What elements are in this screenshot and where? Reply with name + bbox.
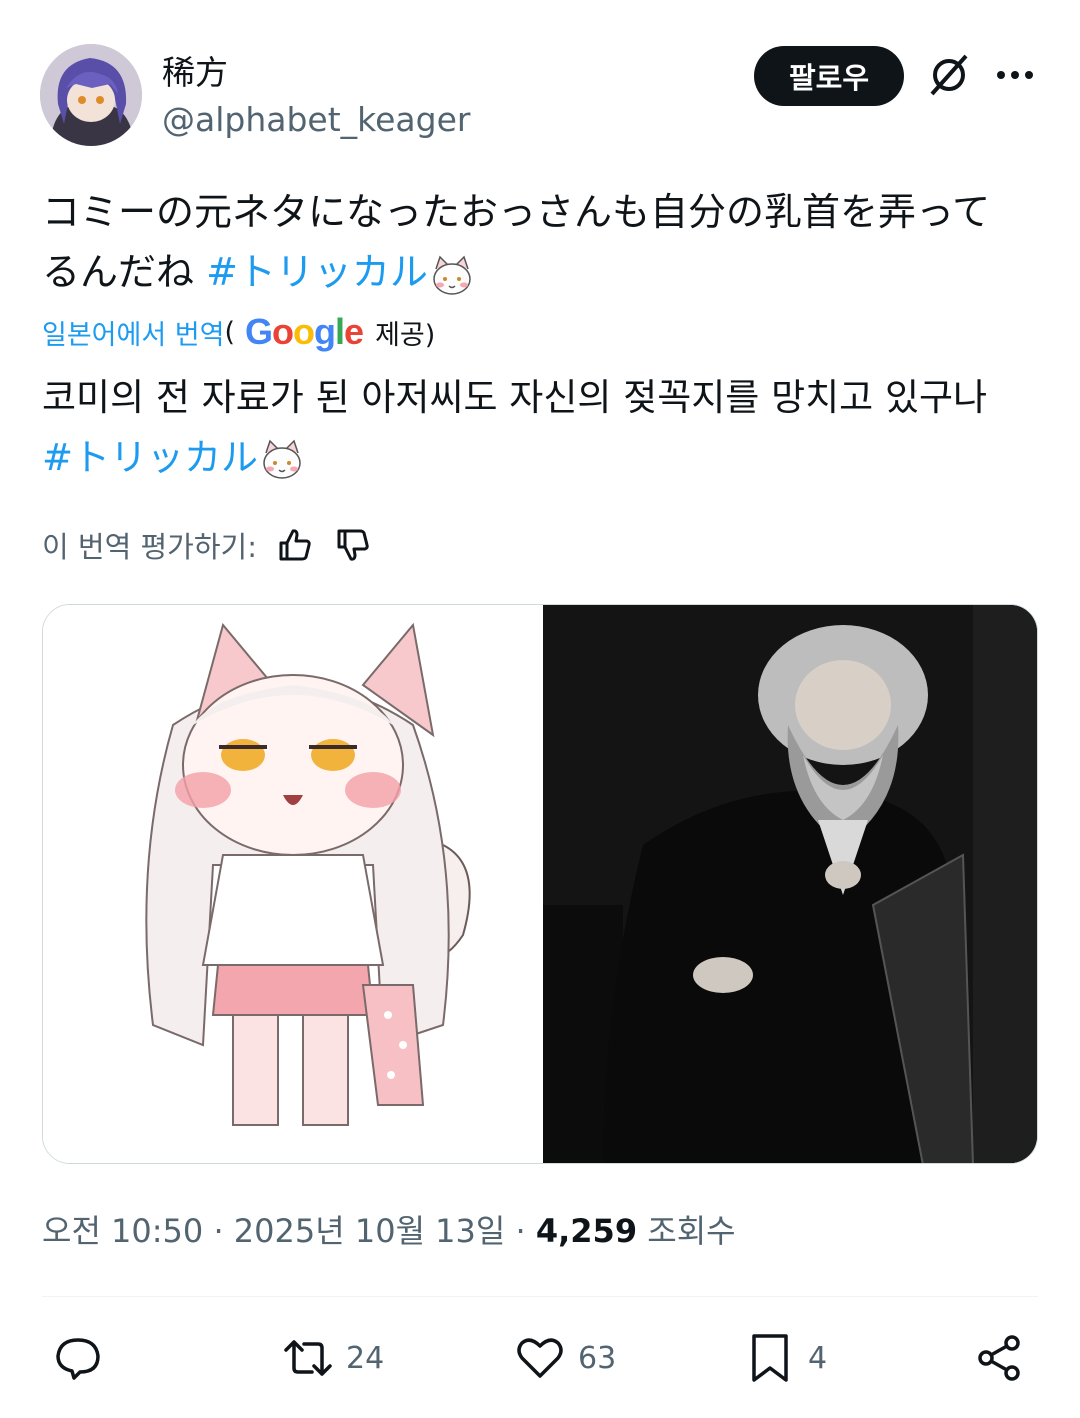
- translated-line-2: #トリッカル: [42, 428, 1042, 488]
- reply-icon: [56, 1338, 100, 1380]
- character-emoji-icon: [258, 439, 306, 481]
- open-paren: (: [224, 316, 236, 348]
- share-icon: [978, 1335, 1020, 1381]
- like-count: 63: [578, 1340, 617, 1376]
- follow-button[interactable]: 팔로우: [754, 46, 904, 106]
- bearded-man-photo[interactable]: [543, 605, 1037, 1163]
- tweet-line-2: るんだね #トリッカル: [42, 242, 1042, 302]
- translated-text: 코미의 전 자료가 된 아저씨도 자신의 젖꼭지를 망치고 있구나 #トリッカル: [42, 368, 1042, 488]
- tweet-text: コミーの元ネタになったおっさんも自分の乳首を弄って るんだね #トリッカル: [42, 182, 1042, 302]
- display-name[interactable]: 稀方: [162, 46, 228, 94]
- avatar[interactable]: [40, 44, 142, 146]
- google-letter-o1: o: [272, 311, 294, 352]
- tweet-line-1: コミーの元ネタになったおっさんも自分の乳首を弄って: [42, 190, 991, 234]
- tweet-date[interactable]: 2025년 10월 13일: [234, 1212, 506, 1250]
- share-button[interactable]: [974, 1330, 1026, 1386]
- like-button[interactable]: 63: [514, 1330, 616, 1386]
- meta-separator: ·: [203, 1212, 234, 1250]
- retweet-icon: [284, 1340, 332, 1376]
- reply-button[interactable]: [52, 1330, 116, 1386]
- grok-icon[interactable]: [926, 52, 972, 98]
- google-letter-g2: g: [314, 311, 336, 352]
- translation-attribution: 일본어에서 번역 ( Google 제공): [42, 310, 435, 354]
- view-count: 4,259: [535, 1212, 638, 1250]
- view-count-label: 조회수: [637, 1212, 736, 1250]
- heart-icon: [517, 1338, 563, 1378]
- meta-separator: ·: [505, 1212, 536, 1250]
- provided-label: 제공): [375, 319, 436, 351]
- media-gallery[interactable]: [42, 604, 1038, 1164]
- hashtag-link[interactable]: #トリッカル: [206, 250, 428, 294]
- google-letter-l: l: [335, 311, 345, 352]
- tweet-line-2-text: るんだね: [42, 250, 207, 294]
- rate-translation-label: 이 번역 평가하기:: [42, 530, 257, 564]
- character-emoji-icon: [428, 254, 476, 296]
- divider: [42, 1296, 1038, 1297]
- google-logo: Google: [245, 311, 364, 353]
- more-icon[interactable]: [994, 60, 1036, 90]
- google-letter-e: e: [344, 311, 364, 352]
- tweet-time[interactable]: 오전 10:50: [42, 1212, 203, 1250]
- bookmark-button[interactable]: 4: [744, 1330, 827, 1386]
- bookmark-count: 4: [808, 1340, 828, 1376]
- google-letter-g: G: [245, 311, 273, 352]
- tweet-metadata: 오전 10:50 · 2025년 10월 13일 · 4,259 조회수: [42, 1206, 736, 1252]
- translated-line-1: 코미의 전 자료가 된 아저씨도 자신의 젖꼭지를 망치고 있구나: [42, 376, 988, 419]
- google-letter-o2: o: [293, 311, 315, 352]
- retweet-button[interactable]: 24: [282, 1330, 384, 1386]
- retweet-count: 24: [346, 1340, 385, 1376]
- user-handle[interactable]: @alphabet_keager: [162, 100, 470, 139]
- translated-from-link[interactable]: 일본어에서 번역: [42, 313, 224, 352]
- rate-translation: 이 번역 평가하기:: [42, 520, 373, 570]
- bookmark-icon: [752, 1334, 788, 1382]
- thumbs-down-icon[interactable]: [333, 525, 373, 565]
- translated-hashtag-link[interactable]: #トリッカル: [42, 436, 258, 479]
- thumbs-up-icon[interactable]: [275, 525, 315, 565]
- anime-character-image[interactable]: [43, 605, 543, 1163]
